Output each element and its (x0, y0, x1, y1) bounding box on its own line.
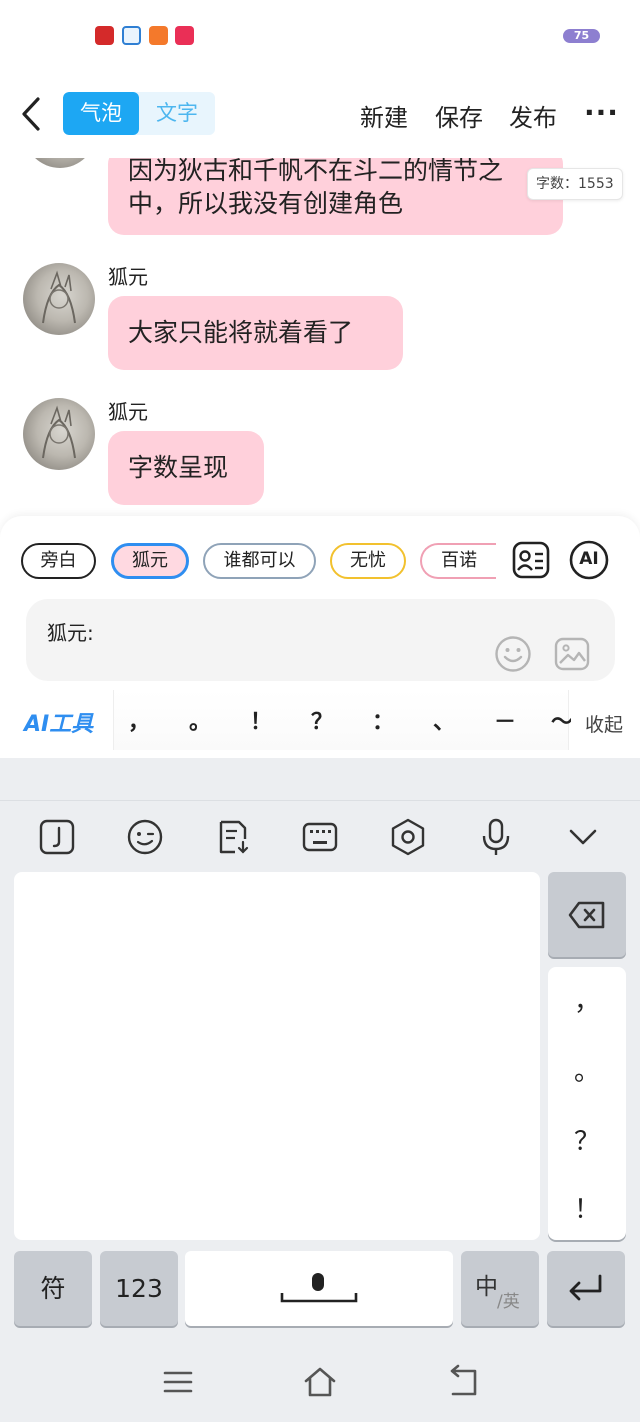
tab-bubble[interactable]: 气泡 (63, 92, 139, 135)
role-chip-anyone[interactable]: 谁都可以 (203, 543, 316, 579)
save-button[interactable]: 保存 (435, 98, 483, 133)
back-nav-button[interactable] (444, 1364, 480, 1400)
tool-row: AI工具 ， 。 ！ ？ ： 、 － ～ 收起 (0, 688, 640, 752)
mode-toggle: 气泡 文字 (63, 92, 215, 135)
back-button[interactable] (14, 92, 54, 136)
smiley-icon (495, 636, 531, 672)
voice-input-button[interactable] (476, 817, 516, 857)
publish-button[interactable]: 发布 (509, 98, 557, 133)
punctuation-strip: ， 。 ！ ？ ： 、 － ～ (113, 690, 571, 750)
hide-keyboard-button[interactable] (563, 817, 603, 857)
avatar[interactable] (23, 398, 95, 470)
symbol-key[interactable]: 符 (14, 1251, 92, 1326)
app-icon-pink (175, 26, 194, 45)
lang-main-label: 中 (475, 1274, 498, 1300)
tab-text[interactable]: 文字 (139, 92, 215, 135)
clipboard-button[interactable] (213, 817, 253, 857)
ai-button-label: AI (579, 549, 599, 569)
role-chip-narrator[interactable]: 旁白 (21, 543, 96, 579)
compose-panel: 旁白 狐元 谁都可以 无忧 百诺 AI 狐元: AI工具 ， 。 ！ ？ ： 、… (0, 516, 640, 758)
hamburger-icon (163, 1371, 193, 1393)
enter-icon (569, 1274, 602, 1301)
punct-key[interactable]: 。 (185, 704, 215, 736)
input-speaker-prefix: 狐元: (47, 621, 94, 645)
avatar[interactable] (23, 263, 95, 335)
keyboard-icon (302, 822, 338, 852)
space-key[interactable] (185, 1251, 453, 1326)
side-punct-key[interactable]: ！ (548, 1189, 626, 1226)
role-chip-wuyou[interactable]: 无忧 (330, 543, 406, 579)
word-count-badge: 字数：1553 (527, 168, 623, 200)
punct-key[interactable]: ？ (307, 704, 337, 736)
space-mic-icon (280, 1273, 358, 1303)
keyboard-skin-button[interactable] (37, 817, 77, 857)
editor-header: 气泡 文字 新建 保存 发布 ··· (0, 70, 640, 158)
punct-key[interactable]: ！ (246, 704, 276, 736)
punct-key[interactable]: － (490, 704, 520, 736)
app-icon-orange (149, 26, 168, 45)
home-icon (304, 1367, 336, 1397)
avatar-sketch-icon (42, 405, 76, 459)
ai-button[interactable]: AI (569, 540, 609, 580)
punct-key[interactable]: ， (124, 704, 154, 736)
hexagon-settings-icon (391, 818, 425, 856)
role-chip-bainuo[interactable]: 百诺 (420, 543, 496, 579)
keyboard-layout-button[interactable] (300, 817, 340, 857)
message-line: 因为狄古和千帆不在斗二的情节之 (128, 158, 504, 185)
side-punctuation-column: ， 。 ？ ！ (548, 967, 626, 1240)
side-punct-key[interactable]: 。 (548, 1051, 626, 1088)
more-options-button[interactable]: ··· (584, 98, 619, 128)
enter-key[interactable] (547, 1251, 625, 1326)
chevron-left-icon (22, 97, 40, 131)
language-switch-key[interactable]: 中 /英 (461, 1251, 539, 1326)
music-note-icon (39, 819, 75, 855)
number-key[interactable]: 123 (100, 1251, 178, 1326)
microphone-icon (482, 818, 510, 855)
app-icon-red (95, 26, 114, 45)
back-arrow-icon (450, 1364, 477, 1396)
character-card-button[interactable] (511, 540, 551, 580)
message-bubble[interactable]: 因为狄古和千帆不在斗二的情节之 中，所以我没有创建角色 (108, 158, 563, 235)
punct-key[interactable]: 、 (429, 704, 459, 736)
message-line: 中，所以我没有创建角色 (128, 189, 404, 218)
keyboard-settings-button[interactable] (388, 817, 428, 857)
document-download-icon (219, 820, 249, 854)
backspace-icon (568, 901, 605, 929)
battery-indicator: 75 (563, 29, 600, 43)
contact-card-icon (512, 541, 550, 579)
chat-area[interactable]: 因为狄古和千帆不在斗二的情节之 中，所以我没有创建角色 字数：1553 狐元 大… (0, 158, 640, 516)
speaker-name: 狐元 (108, 265, 148, 289)
emoji-panel-button[interactable] (125, 817, 165, 857)
avatar (24, 158, 96, 168)
emoji-button[interactable] (494, 635, 532, 673)
message-bubble[interactable]: 字数呈现 (108, 431, 264, 505)
punct-key[interactable]: ： (368, 704, 398, 736)
keyboard: ， 。 ？ ！ 符 123 中 /英 (0, 800, 640, 1340)
role-chip-huyuan[interactable]: 狐元 (111, 543, 189, 579)
home-button[interactable] (302, 1364, 338, 1400)
message-bubble[interactable]: 大家只能将就着看了 (108, 296, 403, 370)
backspace-key[interactable] (548, 872, 626, 957)
app-icon-blue-100 (122, 26, 141, 45)
message-input[interactable]: 狐元: (26, 599, 615, 681)
status-bar: 75 (0, 0, 640, 70)
side-punct-key[interactable]: ， (548, 981, 626, 1018)
avatar-sketch-icon (42, 270, 76, 324)
keyboard-spacer (0, 758, 640, 800)
side-punct-key[interactable]: ？ (548, 1121, 626, 1158)
handwriting-pad[interactable] (14, 872, 540, 1240)
collapse-button[interactable]: 收起 (585, 710, 623, 737)
image-icon (554, 637, 590, 671)
lang-sub-label: /英 (497, 1292, 520, 1312)
punct-key[interactable]: ～ (551, 704, 571, 736)
image-button[interactable] (553, 635, 591, 673)
system-nav-bar (0, 1340, 640, 1422)
ai-tools-button[interactable]: AI工具 (24, 706, 93, 738)
speaker-name: 狐元 (108, 400, 148, 424)
chevron-down-icon (569, 829, 597, 845)
wink-face-icon (127, 819, 163, 855)
menu-button[interactable] (160, 1364, 196, 1400)
new-button[interactable]: 新建 (360, 98, 408, 133)
